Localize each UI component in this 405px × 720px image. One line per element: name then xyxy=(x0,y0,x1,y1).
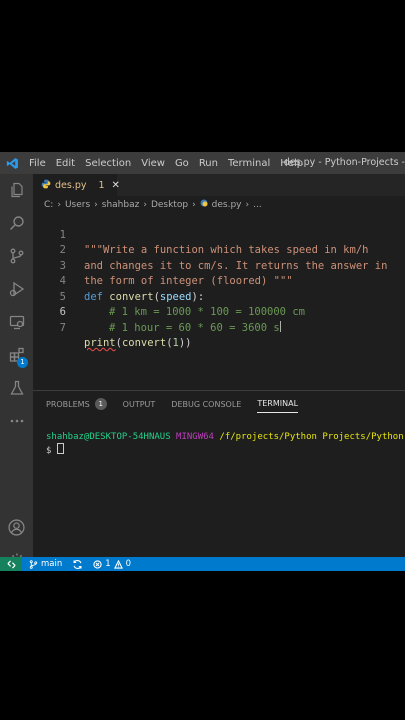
tab-filename: des.py xyxy=(55,179,87,191)
menu-view[interactable]: View xyxy=(136,158,170,169)
run-debug-icon[interactable] xyxy=(6,278,27,299)
tab-problem-count: 1 xyxy=(98,179,105,191)
warning-icon xyxy=(113,559,123,569)
menu-bar: File Edit Selection View Go Run Terminal… xyxy=(0,152,405,174)
breadcrumb-separator: › xyxy=(57,199,61,210)
terminal-user: shahbaz@DESKTOP-54HNAUS xyxy=(46,432,171,442)
breadcrumb-user[interactable]: shahbaz xyxy=(102,200,140,210)
breadcrumb-separator: › xyxy=(94,199,98,210)
remote-indicator-icon[interactable] xyxy=(0,557,22,571)
text-cursor xyxy=(279,320,281,332)
account-icon[interactable] xyxy=(6,517,27,538)
code-line: 2 and changes it to cm/s. It returns the… xyxy=(33,228,405,272)
testing-icon[interactable] xyxy=(6,377,27,398)
error-count: 1 xyxy=(105,559,111,569)
function-call-print: print xyxy=(84,337,116,349)
tab-debug-console[interactable]: DEBUG CONSOLE xyxy=(171,400,241,413)
code-line-active: 6 # 1 hour = 60 * 60 = 3600 s xyxy=(33,290,405,334)
branch-name: main xyxy=(41,559,63,569)
window-title: des.py - Python-Projects - xyxy=(283,157,405,168)
code-text: # 1 hour = 60 * 60 = 3600 s xyxy=(109,320,281,337)
menu-go[interactable]: Go xyxy=(170,158,194,169)
code-text: print(convert(1)) xyxy=(84,336,192,352)
menu-run[interactable]: Run xyxy=(194,158,223,169)
tab-output[interactable]: OUTPUT xyxy=(123,400,156,413)
editor-tab-bar: des.py 1 ✕ xyxy=(33,174,405,196)
breadcrumb-desktop[interactable]: Desktop xyxy=(151,200,188,210)
problems-indicator[interactable]: 1 0 xyxy=(93,559,131,569)
function-call-convert: convert xyxy=(121,337,167,349)
breadcrumb-separator: › xyxy=(245,199,250,210)
menu-file[interactable]: File xyxy=(24,158,51,169)
tab-des-py[interactable]: des.py 1 ✕ xyxy=(33,174,120,196)
code-line: 3 the form of integer (floored) """ xyxy=(33,243,405,288)
paren-close: )) xyxy=(178,337,192,349)
panel-tabs: PROBLEMS 1 OUTPUT DEBUG CONSOLE TERMINAL xyxy=(46,398,314,414)
activity-bar: 1 xyxy=(0,174,33,566)
status-bar: main 1 0 xyxy=(0,557,405,571)
breadcrumb: C: › Users › shahbaz › Desktop › des.py … xyxy=(44,199,262,210)
python-file-icon xyxy=(41,179,51,192)
line-number: 7 xyxy=(59,321,66,334)
more-icon[interactable] xyxy=(6,410,27,431)
code-editor[interactable]: 1 """Write a function which takes speed … xyxy=(33,212,405,350)
explorer-icon[interactable] xyxy=(6,179,27,200)
remote-explorer-icon[interactable] xyxy=(6,311,27,332)
sync-icon[interactable] xyxy=(72,559,83,570)
tab-problems-label: PROBLEMS xyxy=(46,399,90,409)
menu-edit[interactable]: Edit xyxy=(51,158,80,169)
vscode-logo-icon xyxy=(0,152,24,174)
python-file-icon xyxy=(200,199,208,210)
terminal-host: MINGW64 xyxy=(176,432,214,442)
terminal-cursor xyxy=(56,443,64,454)
bottom-panel: PROBLEMS 1 OUTPUT DEBUG CONSOLE TERMINAL … xyxy=(33,390,405,560)
code-line: 1 """Write a function which takes speed … xyxy=(33,212,405,257)
breadcrumb-drive[interactable]: C: xyxy=(44,200,53,210)
tab-close-icon[interactable]: ✕ xyxy=(112,180,120,191)
terminal-path: /f/projects/Python Projects/Python-Pr xyxy=(219,432,405,442)
breadcrumb-file[interactable]: des.py xyxy=(212,200,242,210)
terminal-prompt: $ xyxy=(46,446,52,456)
branch-indicator[interactable]: main xyxy=(29,559,62,569)
tab-terminal[interactable]: TERMINAL xyxy=(257,399,299,413)
menu-selection[interactable]: Selection xyxy=(80,158,136,169)
code-line: 4 def convert(speed): xyxy=(33,259,405,303)
warning-count: 0 xyxy=(125,559,132,569)
code-line: 5 # 1 km = 1000 * 100 = 100000 cm xyxy=(33,274,405,319)
breadcrumb-symbols[interactable]: ... xyxy=(253,200,262,210)
breadcrumb-separator: › xyxy=(192,199,196,210)
extensions-badge: 1 xyxy=(17,357,28,368)
code-line: 7 print(convert(1)) xyxy=(33,305,405,350)
search-icon[interactable] xyxy=(6,212,27,233)
breadcrumb-separator: › xyxy=(143,199,147,210)
breadcrumb-users[interactable]: Users xyxy=(65,200,90,210)
terminal-output[interactable]: shahbaz@DESKTOP-54HNAUS MINGW64 /f/proje… xyxy=(46,431,405,457)
tab-problems[interactable]: PROBLEMS 1 xyxy=(46,398,107,414)
vscode-window: File Edit Selection View Go Run Terminal… xyxy=(0,152,405,571)
problems-badge: 1 xyxy=(94,398,107,410)
comment-text: # 1 hour = 60 * 60 = 3600 s xyxy=(109,321,280,334)
git-branch-icon xyxy=(29,559,38,569)
menu-terminal[interactable]: Terminal xyxy=(223,158,275,169)
error-icon xyxy=(93,559,102,569)
source-control-icon[interactable] xyxy=(6,245,27,266)
